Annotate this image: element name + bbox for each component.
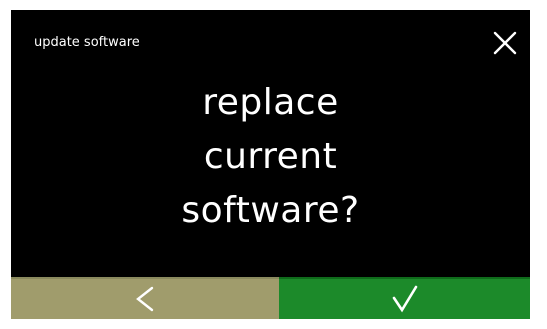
header-title: update software xyxy=(34,35,140,50)
dialog-screen: update software replace current software… xyxy=(11,10,530,319)
message-line: current xyxy=(203,136,338,177)
chevron-left-icon xyxy=(134,285,156,313)
back-button[interactable] xyxy=(11,277,279,319)
message-line: software? xyxy=(181,190,360,231)
footer-actions xyxy=(11,277,530,319)
confirm-button[interactable] xyxy=(279,277,530,319)
message-line: replace xyxy=(202,82,339,123)
check-icon xyxy=(390,284,420,314)
confirmation-message: replace current software? xyxy=(11,76,530,238)
close-icon xyxy=(492,30,518,56)
close-button[interactable] xyxy=(490,28,520,58)
